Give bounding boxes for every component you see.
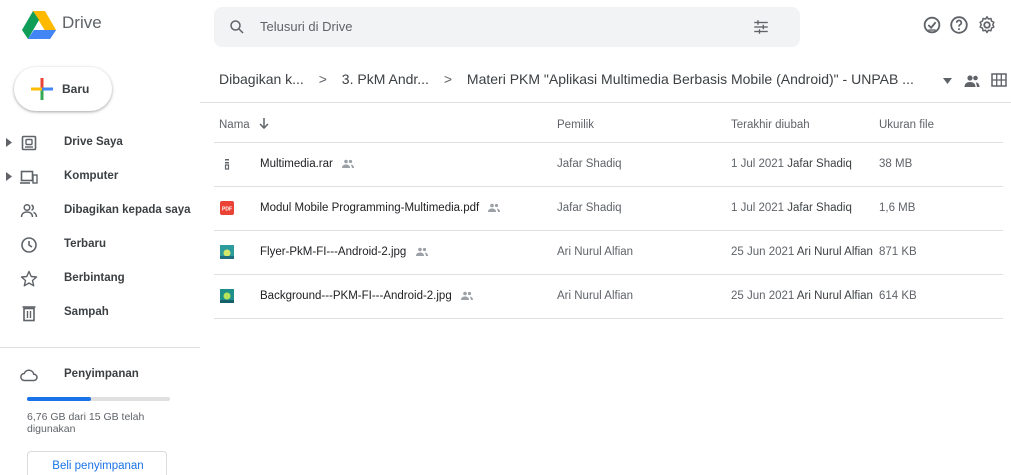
sidebar-item-recent[interactable]: Terbaru bbox=[0, 228, 200, 262]
modified-date: 1 Jul 2021 bbox=[731, 202, 785, 214]
sidebar-item-label: Dibagikan kepada saya bbox=[64, 204, 191, 216]
file-name-text: Flyer-PkM-FI---Android-2.jpg bbox=[260, 246, 407, 258]
sidebar-item-label: Berbintang bbox=[64, 272, 125, 284]
sidebar-item-trash[interactable]: Sampah bbox=[0, 296, 200, 330]
my-drive-icon bbox=[21, 135, 37, 151]
table-row[interactable]: Multimedia.rar Jafar Shadiq 1 Jul 2021 J… bbox=[214, 143, 1003, 187]
shared-icon bbox=[488, 204, 501, 213]
help-icon[interactable] bbox=[948, 14, 970, 36]
file-owner: Ari Nurul Alfian bbox=[557, 290, 634, 302]
table-row[interactable]: PDF Modul Mobile Programming-Multimedia.… bbox=[214, 187, 1003, 231]
file-name-text: Modul Mobile Programming-Multimedia.pdf bbox=[260, 202, 480, 214]
image-thumbnail-icon bbox=[220, 245, 234, 259]
computer-icon bbox=[20, 170, 38, 184]
grid-view-icon[interactable] bbox=[991, 73, 1007, 87]
sort-arrow-down-icon[interactable] bbox=[258, 117, 270, 129]
breadcrumb: Dibagikan k... > 3. PkM Andr... > Materi… bbox=[219, 70, 914, 92]
cloud-icon bbox=[20, 369, 38, 382]
tune-icon[interactable] bbox=[752, 18, 770, 36]
sidebar-item-shared-with-me[interactable]: Dibagikan kepada saya bbox=[0, 194, 200, 228]
breadcrumb-item[interactable]: 3. PkM Andr... bbox=[342, 71, 429, 87]
modified-by: Jafar Shadiq bbox=[787, 158, 852, 170]
file-size: 871 KB bbox=[879, 246, 917, 258]
file-size: 614 KB bbox=[879, 290, 917, 302]
breadcrumb-divider bbox=[200, 102, 1011, 103]
modified-by: Ari Nurul Alfian bbox=[796, 290, 873, 302]
column-header-owner[interactable]: Pemilik bbox=[557, 119, 594, 131]
shared-with-me-icon bbox=[20, 203, 38, 218]
trash-icon bbox=[22, 306, 36, 322]
file-modified: 25 Jun 2021 Ari Nurul Alfian bbox=[731, 246, 873, 258]
file-size: 1,6 MB bbox=[879, 202, 916, 214]
sidebar-item-starred[interactable]: Berbintang bbox=[0, 262, 200, 296]
app-name[interactable]: Drive bbox=[62, 13, 102, 33]
buy-storage-label: Beli penyimpanan bbox=[52, 460, 144, 472]
buy-storage-button[interactable]: Beli penyimpanan bbox=[27, 451, 167, 475]
row-divider bbox=[214, 318, 1003, 319]
sidebar-item-label: Komputer bbox=[64, 170, 119, 182]
file-modified: 1 Jul 2021 Jafar Shadiq bbox=[731, 202, 852, 214]
file-name[interactable]: Modul Mobile Programming-Multimedia.pdf bbox=[260, 202, 501, 214]
sidebar-item-my-drive[interactable]: Drive Saya bbox=[0, 126, 200, 160]
breadcrumb-item[interactable]: Dibagikan k... bbox=[219, 71, 304, 87]
expand-arrow-icon[interactable] bbox=[6, 172, 12, 181]
sidebar-divider bbox=[0, 347, 200, 348]
storage-progress-fill bbox=[27, 397, 92, 401]
pdf-file-icon: PDF bbox=[220, 201, 234, 215]
storage-progress-bar bbox=[27, 397, 170, 401]
sidebar-item-label: Sampah bbox=[64, 306, 109, 318]
search-icon[interactable] bbox=[228, 18, 246, 36]
column-header-size[interactable]: Ukuran file bbox=[879, 119, 934, 131]
image-thumbnail-icon bbox=[220, 289, 234, 303]
file-owner: Jafar Shadiq bbox=[557, 158, 622, 170]
search-input[interactable]: Telusuri di Drive bbox=[260, 19, 352, 34]
sidebar-item-label: Drive Saya bbox=[64, 136, 123, 148]
archive-file-icon bbox=[224, 159, 230, 170]
storage-usage-text: 6,76 GB dari 15 GB telah digunakan bbox=[27, 411, 145, 435]
settings-icon[interactable] bbox=[976, 14, 998, 36]
file-name[interactable]: Multimedia.rar bbox=[260, 158, 355, 170]
file-modified: 1 Jul 2021 Jafar Shadiq bbox=[731, 158, 852, 170]
svg-text:PDF: PDF bbox=[222, 207, 232, 213]
shared-icon bbox=[415, 248, 428, 257]
file-name[interactable]: Background---PKM-FI---Android-2.jpg bbox=[260, 290, 473, 302]
file-owner: Jafar Shadiq bbox=[557, 202, 622, 214]
offline-ready-icon[interactable] bbox=[921, 14, 943, 36]
top-bar: Drive Telusuri di Drive bbox=[0, 0, 1011, 52]
column-header-modified[interactable]: Terakhir diubah bbox=[731, 119, 810, 131]
modified-date: 1 Jul 2021 bbox=[731, 158, 785, 170]
sidebar-item-computers[interactable]: Komputer bbox=[0, 160, 200, 194]
breadcrumb-separator: > bbox=[443, 71, 453, 88]
new-button-label: Baru bbox=[62, 82, 90, 96]
breadcrumb-current-folder[interactable]: Materi PKM "Aplikasi Multimedia Berbasis… bbox=[467, 71, 914, 87]
table-row[interactable]: Background---PKM-FI---Android-2.jpg Ari … bbox=[214, 275, 1003, 319]
modified-by: Jafar Shadiq bbox=[787, 202, 852, 214]
shared-icon bbox=[460, 292, 473, 301]
sidebar-item-label: Terbaru bbox=[64, 238, 106, 250]
table-row[interactable]: Flyer-PkM-FI---Android-2.jpg Ari Nurul A… bbox=[214, 231, 1003, 275]
search-box[interactable]: Telusuri di Drive bbox=[214, 7, 800, 47]
file-owner: Ari Nurul Alfian bbox=[557, 246, 634, 258]
folder-menu-caret-icon[interactable] bbox=[943, 78, 952, 84]
clock-icon bbox=[21, 237, 37, 253]
star-icon bbox=[20, 270, 38, 287]
new-button[interactable]: Baru bbox=[14, 67, 112, 111]
file-name-text: Multimedia.rar bbox=[260, 158, 333, 170]
modified-date: 25 Jun 2021 bbox=[731, 290, 795, 302]
plus-icon bbox=[31, 78, 53, 100]
shared-folder-icon[interactable] bbox=[964, 74, 980, 88]
file-name-text: Background---PKM-FI---Android-2.jpg bbox=[260, 290, 452, 302]
file-name[interactable]: Flyer-PkM-FI---Android-2.jpg bbox=[260, 246, 428, 258]
modified-date: 25 Jun 2021 bbox=[731, 246, 795, 258]
breadcrumb-separator: > bbox=[318, 71, 327, 88]
storage-label: Penyimpanan bbox=[64, 368, 139, 380]
file-size: 38 MB bbox=[879, 158, 913, 170]
drive-logo-icon[interactable] bbox=[22, 10, 56, 40]
sidebar-item-storage[interactable]: Penyimpanan bbox=[0, 358, 200, 392]
file-modified: 25 Jun 2021 Ari Nurul Alfian bbox=[731, 290, 873, 302]
shared-icon bbox=[342, 160, 355, 169]
column-header-name[interactable]: Nama bbox=[219, 119, 250, 131]
modified-by: Ari Nurul Alfian bbox=[796, 246, 873, 258]
expand-arrow-icon[interactable] bbox=[6, 138, 12, 147]
